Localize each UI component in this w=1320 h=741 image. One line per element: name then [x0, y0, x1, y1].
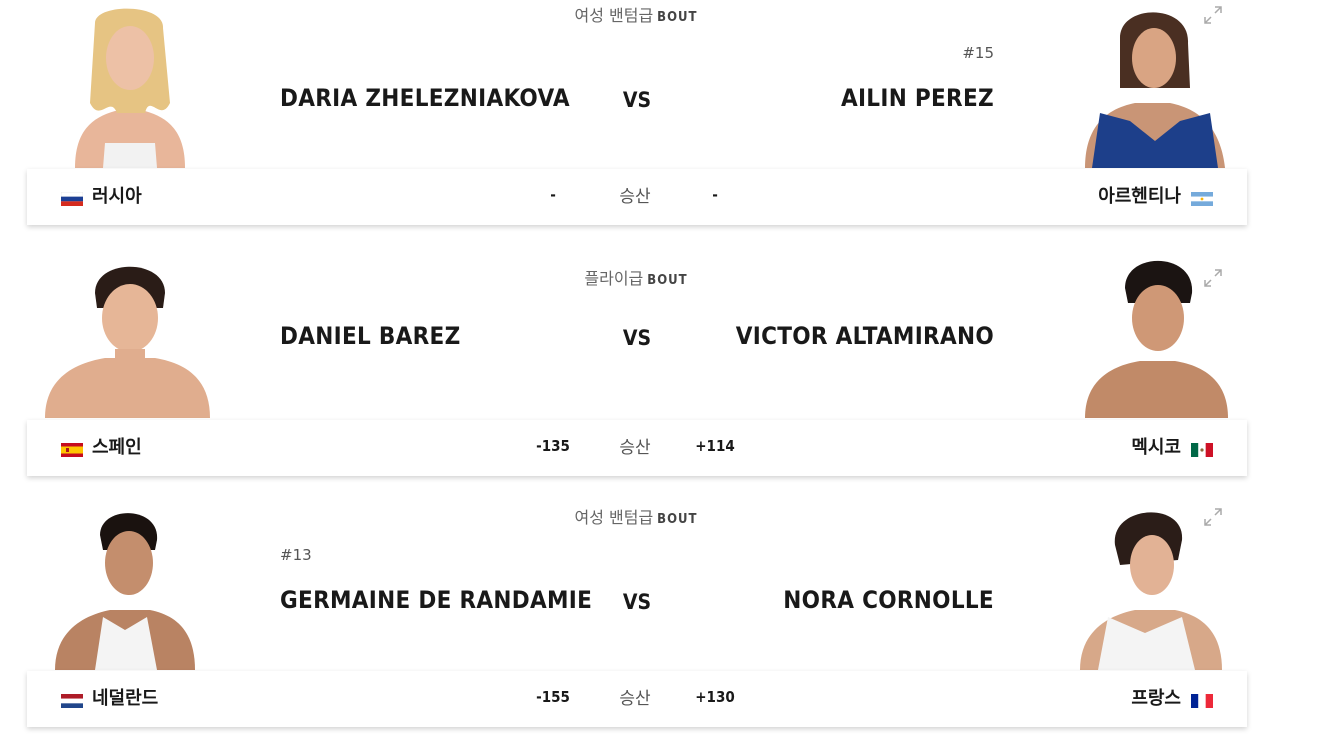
bout-header: 여성 밴텀급 BOUT — [420, 2, 852, 26]
odds-left: -135 — [536, 437, 570, 455]
mexico-flag-icon — [1191, 442, 1213, 457]
odds-right: +114 — [695, 437, 735, 455]
country-left: 네덜란드 — [92, 688, 159, 709]
fighter-name-left[interactable]: DANIEL BAREZ — [280, 322, 461, 350]
odds-row: 러시아 - 승산 - 아르헨티나 — [27, 169, 1247, 225]
odds-label: 승산 — [619, 689, 651, 709]
fighter-name-right[interactable]: VICTOR ALTAMIRANO — [736, 322, 994, 350]
bout-card: 여성 밴텀급 BOUT #15 DARIA ZHELEZNIAKOVA VS AI… — [0, 0, 1320, 240]
bout-header: 플라이급 BOUT — [420, 265, 852, 289]
bout-card: 플라이급 BOUT DANIEL BAREZ VS VICTOR ALTAMIRA… — [0, 260, 1320, 503]
odds-row: 스페인 -135 승산 +114 멕시코 — [27, 420, 1247, 476]
country-right: 아르헨티나 — [1098, 186, 1181, 207]
russia-flag-icon — [60, 191, 84, 206]
vs-label: VS — [622, 590, 652, 614]
fighter-photo-left[interactable] — [45, 3, 215, 168]
vs-label: VS — [622, 88, 652, 112]
bout-label: BOUT — [657, 512, 698, 527]
bout-card: 여성 밴텀급 BOUT #13 GERMAINE DE RANDAMIE VS N… — [0, 502, 1320, 741]
division-label: 여성 밴텀급 — [574, 508, 654, 527]
fighter-photo-right[interactable] — [1070, 3, 1240, 168]
bout-label: BOUT — [647, 273, 688, 288]
france-flag-icon — [1191, 693, 1213, 708]
spain-flag-icon — [61, 442, 83, 457]
fighter-name-right[interactable]: NORA CORNOLLE — [783, 586, 994, 614]
fighter-rank-left: #13 — [280, 546, 312, 564]
fighter-name-left[interactable]: GERMAINE DE RANDAMIE — [280, 586, 592, 614]
odds-left: -155 — [536, 688, 570, 706]
country-left: 스페인 — [92, 437, 142, 458]
odds-label: 승산 — [619, 187, 651, 207]
bout-label: BOUT — [657, 10, 698, 25]
fighter-name-left[interactable]: DARIA ZHELEZNIAKOVA — [280, 84, 570, 112]
country-right: 프랑스 — [1131, 688, 1181, 709]
argentina-flag-icon — [1191, 191, 1213, 206]
bout-header: 여성 밴텀급 BOUT — [420, 504, 852, 528]
fighter-name-right[interactable]: AILIN PEREZ — [841, 84, 994, 112]
odds-right: - — [712, 186, 718, 204]
odds-row: 네덜란드 -155 승산 +130 프랑스 — [27, 671, 1247, 727]
odds-left: - — [550, 186, 556, 204]
fighter-rank-right: #15 — [962, 44, 994, 62]
country-right: 멕시코 — [1131, 437, 1181, 458]
division-label: 플라이급 — [584, 269, 644, 288]
odds-right: +130 — [695, 688, 735, 706]
vs-label: VS — [622, 326, 652, 350]
division-label: 여성 밴텀급 — [574, 6, 654, 25]
netherlands-flag-icon — [61, 693, 83, 708]
fighter-photo-right[interactable] — [1070, 505, 1240, 670]
odds-label: 승산 — [619, 438, 651, 458]
fighter-photo-left[interactable] — [45, 505, 215, 670]
country-left: 러시아 — [92, 186, 142, 207]
fighter-photo-right[interactable] — [1070, 253, 1240, 418]
fighter-photo-left[interactable] — [45, 253, 215, 418]
